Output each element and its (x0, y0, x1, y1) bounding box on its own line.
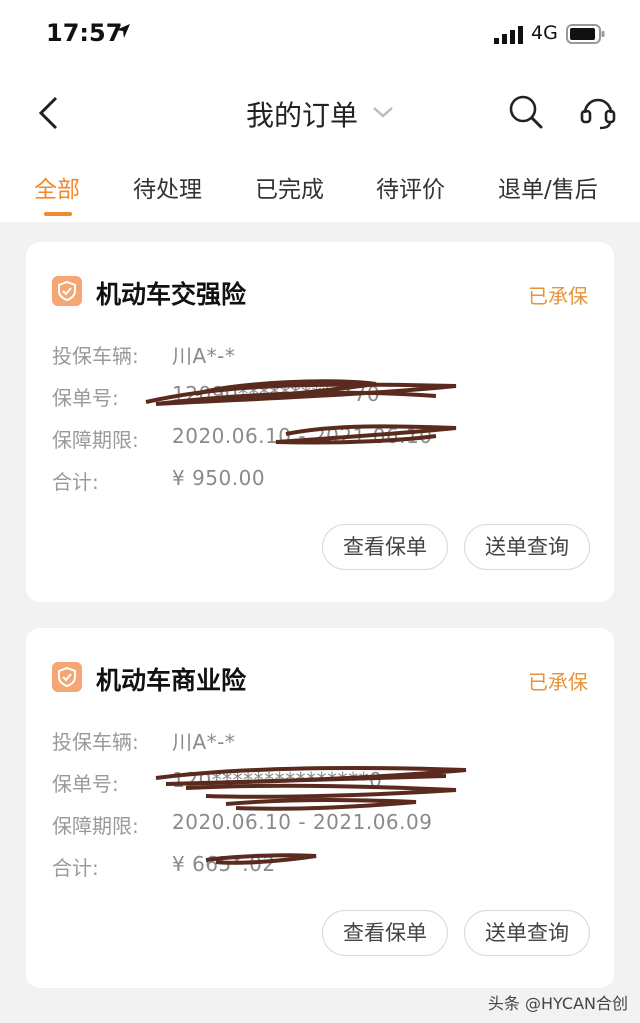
total-label: 合计: (52, 470, 99, 494)
vehicle-value: 川A*-* (172, 730, 236, 754)
order-title: 机动车交强险 (96, 280, 247, 309)
network-label: 4G (531, 22, 558, 44)
vehicle-label: 投保车辆: (52, 344, 139, 368)
coverage-period-label: 保障期限: (52, 814, 139, 838)
order-tabs: 全部 待处理 已完成 待评价 退单/售后 (0, 170, 640, 222)
policy-number-value: 12090***********70 (172, 382, 381, 406)
view-policy-button[interactable]: 查看保单 (322, 910, 448, 956)
order-title: 机动车商业险 (96, 666, 247, 695)
order-card: 机动车交强险 已承保 投保车辆: 川A*-* 保单号: 12090*******… (26, 242, 614, 602)
top-bar: 17:57 4G 我的订单 全部 待处理 已完成 待评价 退单/售后 (0, 0, 640, 222)
policy-number-label: 保单号: (52, 772, 119, 796)
search-icon[interactable] (508, 94, 544, 134)
total-label: 合计: (52, 856, 99, 880)
order-card: 机动车商业险 已承保 投保车辆: 川A*-* 保单号: 120*********… (26, 628, 614, 988)
vehicle-value: 川A*-* (172, 344, 236, 368)
total-value: ¥ 665*.02 (172, 852, 276, 876)
watermark: 头条 @HYCAN合创 (487, 994, 628, 1013)
location-arrow-icon (114, 22, 132, 44)
coverage-period-value: 2020.06.10 - 2021.06.09 (172, 810, 433, 834)
page-title[interactable]: 我的订单 (246, 94, 358, 134)
signal-icon (494, 26, 524, 48)
back-chevron-icon[interactable] (36, 95, 60, 135)
customer-service-icon[interactable] (580, 93, 616, 135)
status-time: 17:57 (46, 19, 123, 47)
redaction-scribble (145, 379, 457, 445)
active-tab-indicator (44, 212, 72, 216)
battery-icon (566, 23, 606, 49)
coverage-period-value: 2020.06.10 - 2021.06.10 (172, 424, 433, 448)
policy-number-label: 保单号: (52, 386, 119, 410)
policy-number-value: 120***************0 (172, 768, 383, 792)
tab-all[interactable]: 全部 (34, 170, 80, 204)
view-policy-button[interactable]: 查看保单 (322, 524, 448, 570)
delivery-query-button[interactable]: 送单查询 (464, 910, 590, 956)
coverage-period-label: 保障期限: (52, 428, 139, 452)
tab-refund-aftersale[interactable]: 退单/售后 (498, 170, 598, 204)
shield-badge-icon (52, 276, 82, 306)
tab-pending[interactable]: 待处理 (133, 170, 202, 204)
order-status: 已承保 (528, 284, 588, 308)
delivery-query-button[interactable]: 送单查询 (464, 524, 590, 570)
vehicle-label: 投保车辆: (52, 730, 139, 754)
chevron-down-icon[interactable] (372, 104, 394, 123)
tab-completed[interactable]: 已完成 (255, 170, 324, 204)
order-status: 已承保 (528, 670, 588, 694)
shield-badge-icon (52, 662, 82, 692)
tab-to-review[interactable]: 待评价 (376, 170, 445, 204)
total-value: ¥ 950.00 (172, 466, 266, 490)
